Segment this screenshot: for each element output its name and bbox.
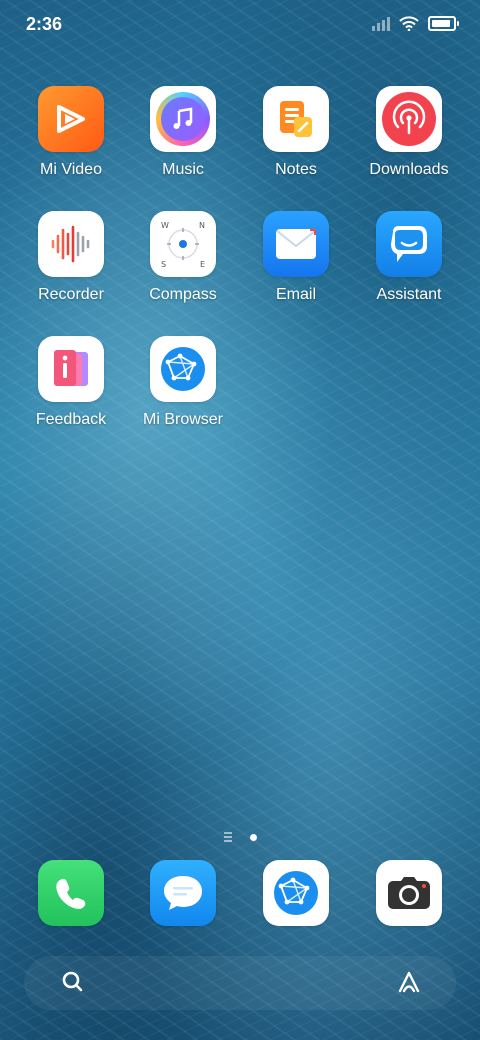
app-notes[interactable]: Notes [241, 86, 351, 180]
page-indicator[interactable] [0, 832, 480, 842]
globe-icon [263, 860, 329, 926]
status-bar: 2:36 [0, 0, 480, 50]
globe-icon [150, 336, 216, 402]
app-music[interactable]: Music [128, 86, 238, 180]
app-recorder[interactable]: Recorder [16, 211, 126, 305]
envelope-icon [263, 211, 329, 277]
status-icons [372, 15, 459, 31]
svg-text:E: E [200, 260, 205, 269]
app-mi-video[interactable]: Mi Video [16, 86, 126, 180]
app-label: Mi Video [40, 161, 102, 178]
app-label: Feedback [35, 411, 107, 428]
chat-bubble-icon [376, 211, 442, 277]
app-feedback[interactable]: Feedback [16, 336, 126, 430]
camera-icon [376, 860, 442, 926]
app-label: Recorder [38, 286, 104, 303]
app-downloads[interactable]: Downloads [354, 86, 464, 180]
dock-browser[interactable] [241, 860, 351, 926]
search-icon[interactable] [60, 969, 86, 1000]
wifi-icon [399, 16, 419, 31]
page-indicator-list-icon [223, 832, 232, 842]
app-label: Mi Browser [142, 411, 223, 428]
app-label: Compass [149, 286, 217, 303]
dock-camera[interactable] [354, 860, 464, 926]
app-label: Notes [275, 161, 317, 178]
waveform-icon [38, 211, 104, 277]
signal-icon [372, 15, 390, 31]
broadcast-icon [376, 86, 442, 152]
assistant-icon[interactable] [394, 967, 424, 1002]
page-indicator-dot-current [249, 833, 257, 841]
play-icon [38, 86, 104, 152]
app-compass[interactable]: W N S E Compass [128, 211, 238, 305]
message-icon [150, 860, 216, 926]
app-label: Email [275, 286, 316, 303]
music-note-icon [150, 86, 216, 152]
app-label: Music [162, 161, 204, 178]
info-icon [38, 336, 104, 402]
app-assistant[interactable]: Assistant [354, 211, 464, 305]
battery-icon [428, 16, 459, 31]
svg-text:W: W [161, 221, 169, 230]
app-mi-browser[interactable]: Mi Browser [128, 336, 238, 430]
app-label: Assistant [376, 286, 442, 303]
search-bar[interactable] [24, 956, 456, 1010]
dock-messaging[interactable] [128, 860, 238, 926]
phone-icon [38, 860, 104, 926]
app-email[interactable]: Email [241, 211, 351, 305]
svg-text:S: S [161, 260, 166, 269]
dock-phone[interactable] [16, 860, 126, 926]
app-label: Downloads [369, 161, 449, 178]
svg-text:N: N [199, 221, 205, 230]
notes-icon [263, 86, 329, 152]
compass-icon: W N S E [150, 211, 216, 277]
status-time: 2:36 [26, 14, 63, 34]
